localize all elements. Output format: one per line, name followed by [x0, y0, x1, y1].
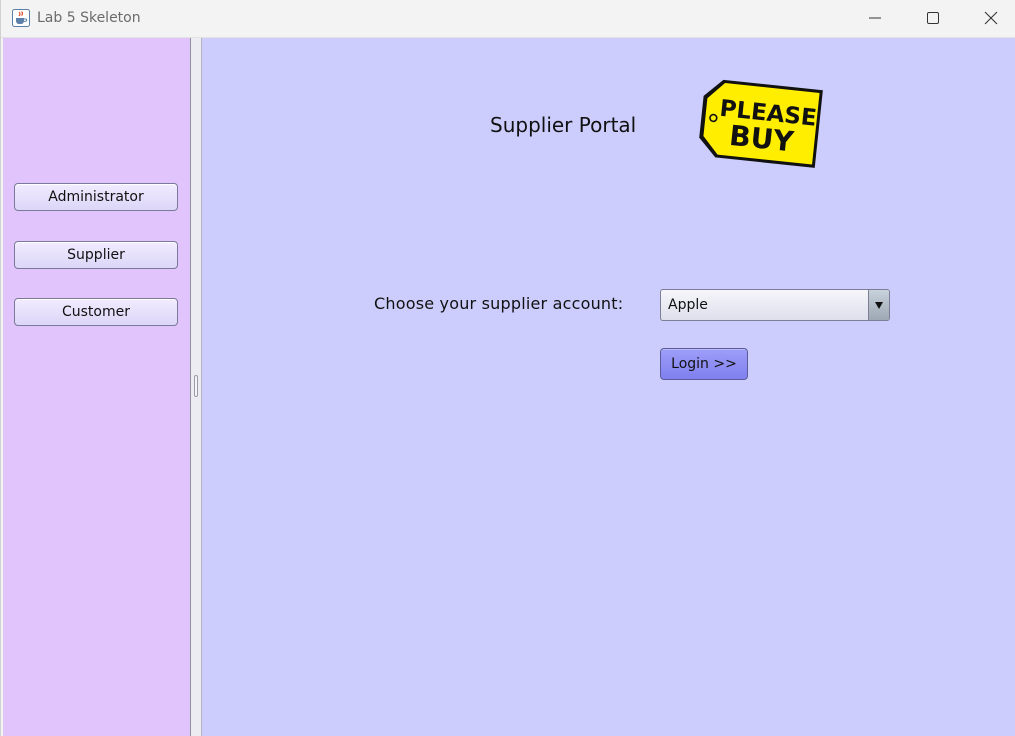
selected-supplier: Apple: [668, 297, 708, 313]
supplier-portal-panel: Supplier Portal PLEASE BUY Choose your s…: [202, 38, 1015, 736]
maximize-button[interactable]: [904, 0, 962, 36]
login-button[interactable]: Login >>: [660, 348, 748, 380]
supplier-account-label: Choose your supplier account:: [374, 294, 624, 313]
minimize-button[interactable]: [846, 0, 904, 36]
administrator-button[interactable]: Administrator: [14, 183, 178, 211]
supplier-account-select[interactable]: Apple: [660, 289, 890, 321]
logo-text-line2: BUY: [728, 119, 796, 159]
role-navigation-panel: Administrator Supplier Customer: [3, 38, 190, 736]
divider-grip[interactable]: [194, 375, 198, 397]
supplier-button[interactable]: Supplier: [14, 241, 178, 269]
application-window: Lab 5 Skeleton Administrator Supplier Cu…: [0, 0, 1015, 736]
close-icon: [984, 11, 998, 25]
page-title: Supplier Portal: [490, 113, 637, 137]
window-title: Lab 5 Skeleton: [37, 10, 141, 26]
please-buy-logo: PLEASE BUY: [697, 78, 825, 170]
customer-button[interactable]: Customer: [14, 298, 178, 326]
close-button[interactable]: [962, 0, 1015, 36]
dropdown-arrow-icon[interactable]: [868, 290, 889, 320]
title-bar: Lab 5 Skeleton: [1, 0, 1015, 38]
split-pane-divider[interactable]: [190, 38, 202, 736]
minimize-icon: [869, 17, 881, 19]
maximize-icon: [927, 12, 939, 24]
java-cup-icon: [12, 9, 30, 27]
